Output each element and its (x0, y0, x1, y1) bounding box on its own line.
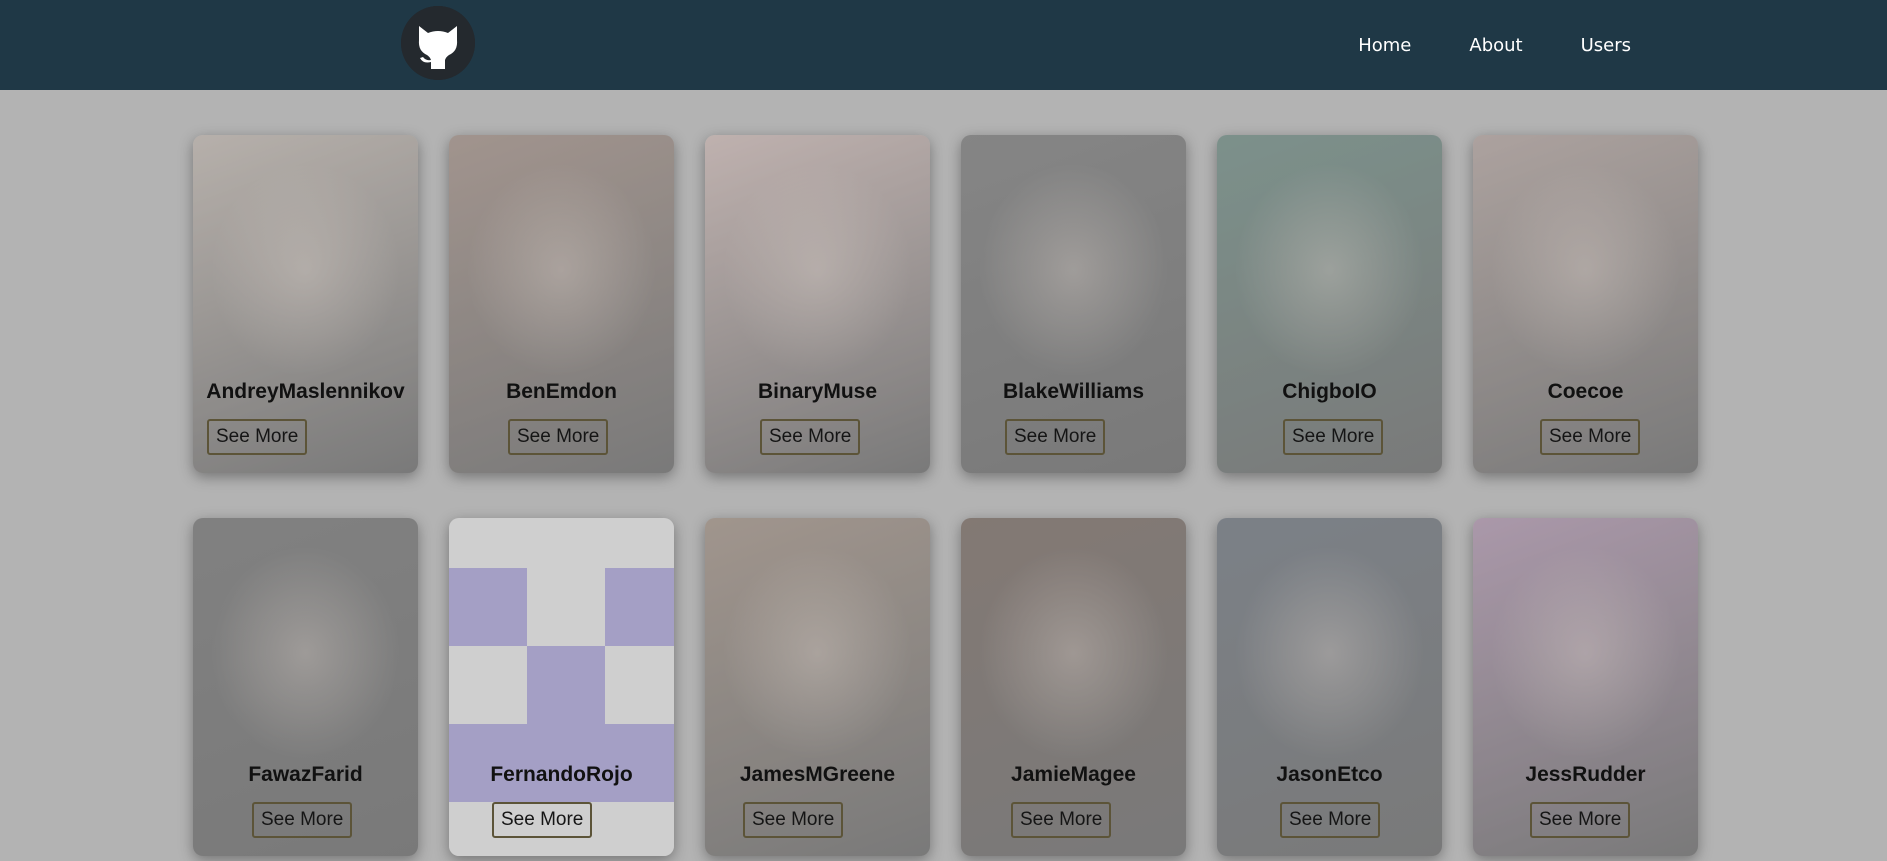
see-more-button[interactable]: See More (207, 419, 308, 455)
see-more-button[interactable]: See More (1280, 802, 1381, 838)
user-login-name: JessRudder (1525, 763, 1646, 786)
user-card: BlakeWilliams See More (961, 135, 1186, 473)
user-card: FernandoRojo See More (449, 518, 674, 856)
user-login-name: AndreyMaslennikov (206, 380, 405, 403)
nav-about-link[interactable]: About (1469, 35, 1522, 56)
see-more-button[interactable]: See More (508, 419, 609, 455)
user-card: JasonEtco See More (1217, 518, 1442, 856)
user-login-name: JasonEtco (1276, 763, 1383, 786)
see-more-button[interactable]: See More (252, 802, 353, 838)
user-card: JessRudder See More (1473, 518, 1698, 856)
user-login-name: JamesMGreene (739, 763, 896, 786)
user-card: AndreyMaslennikov See More (193, 135, 418, 473)
user-card: ChigboIO See More (1217, 135, 1442, 473)
user-card: BenEmdon See More (449, 135, 674, 473)
see-more-button[interactable]: See More (1011, 802, 1112, 838)
user-card: BinaryMuse See More (705, 135, 930, 473)
user-login-name: ChigboIO (1282, 380, 1377, 403)
user-login-name: JamieMagee (1011, 763, 1136, 786)
user-login-name: BenEmdon (506, 380, 617, 403)
github-logo-icon[interactable] (401, 6, 475, 80)
nav-home-link[interactable]: Home (1358, 35, 1411, 56)
see-more-button[interactable]: See More (743, 802, 844, 838)
see-more-button[interactable]: See More (760, 419, 861, 455)
user-login-name: Coecoe (1547, 380, 1624, 403)
user-login-name: BlakeWilliams (1002, 380, 1145, 403)
see-more-button[interactable]: See More (1005, 419, 1106, 455)
user-login-name: FernandoRojo (490, 763, 633, 786)
nav-links: Home About Users (1300, 0, 1631, 90)
see-more-button[interactable]: See More (492, 802, 593, 838)
nav-users-link[interactable]: Users (1581, 35, 1631, 56)
navbar: Home About Users (0, 0, 1887, 90)
see-more-button[interactable]: See More (1540, 419, 1641, 455)
user-card: JamieMagee See More (961, 518, 1186, 856)
user-login-name: FawazFarid (248, 763, 363, 786)
see-more-button[interactable]: See More (1283, 419, 1384, 455)
user-card: JamesMGreene See More (705, 518, 930, 856)
user-card-grid: AndreyMaslennikov See More BenEmdon See Mor… (193, 135, 1698, 856)
user-login-name: BinaryMuse (757, 380, 878, 403)
user-card: Coecoe See More (1473, 135, 1698, 473)
user-card: FawazFarid See More (193, 518, 418, 856)
see-more-button[interactable]: See More (1530, 802, 1631, 838)
